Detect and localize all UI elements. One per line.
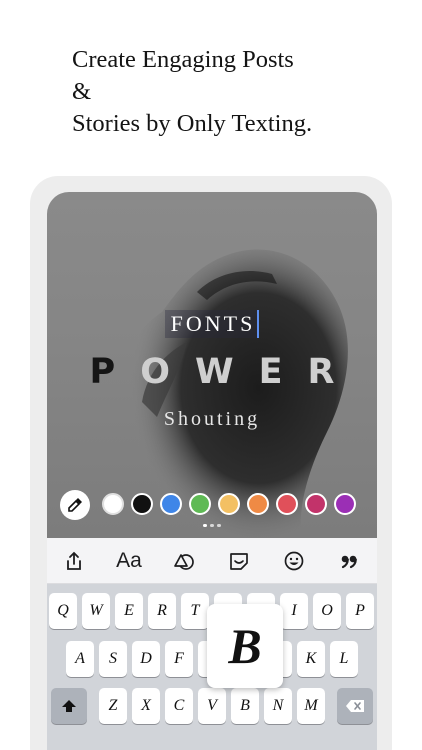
headline-line-3: Stories by Only Texting. <box>72 110 313 137</box>
page-dot <box>217 524 221 527</box>
key-l[interactable]: L <box>330 641 358 677</box>
key-z[interactable]: Z <box>99 688 127 724</box>
editor-toolbar: Aa <box>47 538 377 584</box>
headline-line-1: Create Engaging Posts <box>72 46 294 73</box>
shapes-button[interactable] <box>169 546 199 576</box>
key-preview-popup: B <box>207 604 283 688</box>
eyedropper-icon <box>68 498 82 512</box>
power-letter: P <box>89 352 141 392</box>
backspace-icon <box>346 700 364 712</box>
share-button[interactable] <box>59 546 89 576</box>
text-style-icon: Aa <box>116 549 142 572</box>
key-t[interactable]: T <box>181 593 209 629</box>
quote-button[interactable] <box>334 546 364 576</box>
color-swatch-purple[interactable] <box>334 493 356 515</box>
color-swatch-red[interactable] <box>276 493 298 515</box>
backspace-key[interactable] <box>337 688 373 724</box>
power-letter: R <box>307 352 360 392</box>
key-x[interactable]: X <box>132 688 160 724</box>
shift-icon <box>62 700 76 712</box>
text-layer-shouting[interactable]: Shouting <box>47 408 377 431</box>
quote-icon <box>341 555 357 569</box>
color-swatch-orange[interactable] <box>247 493 269 515</box>
key-d[interactable]: D <box>132 641 160 677</box>
emoji-button[interactable] <box>279 546 309 576</box>
power-letter: O <box>140 352 195 392</box>
headline: Create Engaging Posts & Stories by Only … <box>72 44 402 140</box>
key-f[interactable]: F <box>165 641 193 677</box>
color-swatch-pink[interactable] <box>305 493 327 515</box>
key-r[interactable]: R <box>148 593 176 629</box>
story-canvas[interactable]: FONTS POWER Shouting <box>47 192 377 538</box>
page-dot-active <box>203 524 207 527</box>
eyedropper-button[interactable] <box>60 490 90 520</box>
power-letter: E <box>258 352 308 392</box>
key-i[interactable]: I <box>280 593 308 629</box>
palette-page-indicator <box>203 524 223 528</box>
key-w[interactable]: W <box>82 593 110 629</box>
page-dot <box>210 524 214 527</box>
key-b[interactable]: B <box>231 688 259 724</box>
key-a[interactable]: A <box>66 641 94 677</box>
sticker-button[interactable] <box>224 546 254 576</box>
headline-line-2: & <box>72 78 92 105</box>
key-v[interactable]: V <box>198 688 226 724</box>
key-k[interactable]: K <box>297 641 325 677</box>
share-icon <box>67 551 81 570</box>
color-swatch-yellow[interactable] <box>218 493 240 515</box>
text-layer-power[interactable]: POWER <box>47 352 377 392</box>
emoji-icon <box>284 551 304 571</box>
key-o[interactable]: O <box>313 593 341 629</box>
key-p[interactable]: P <box>346 593 374 629</box>
color-swatch-blue[interactable] <box>160 493 182 515</box>
key-m[interactable]: M <box>297 688 325 724</box>
sticker-icon <box>230 553 248 570</box>
text-style-button[interactable]: Aa <box>114 546 144 576</box>
color-swatch-white[interactable] <box>102 493 124 515</box>
color-palette <box>60 490 360 520</box>
shift-key[interactable] <box>51 688 87 724</box>
color-swatch-black[interactable] <box>131 493 153 515</box>
key-e[interactable]: E <box>115 593 143 629</box>
key-q[interactable]: Q <box>49 593 77 629</box>
color-swatch-green[interactable] <box>189 493 211 515</box>
selected-text[interactable]: FONTS <box>164 310 260 338</box>
power-letter: W <box>194 352 259 392</box>
key-s[interactable]: S <box>99 641 127 677</box>
text-layer-fonts[interactable]: FONTS <box>47 310 377 338</box>
shapes-icon <box>174 554 194 570</box>
key-n[interactable]: N <box>264 688 292 724</box>
key-c[interactable]: C <box>165 688 193 724</box>
